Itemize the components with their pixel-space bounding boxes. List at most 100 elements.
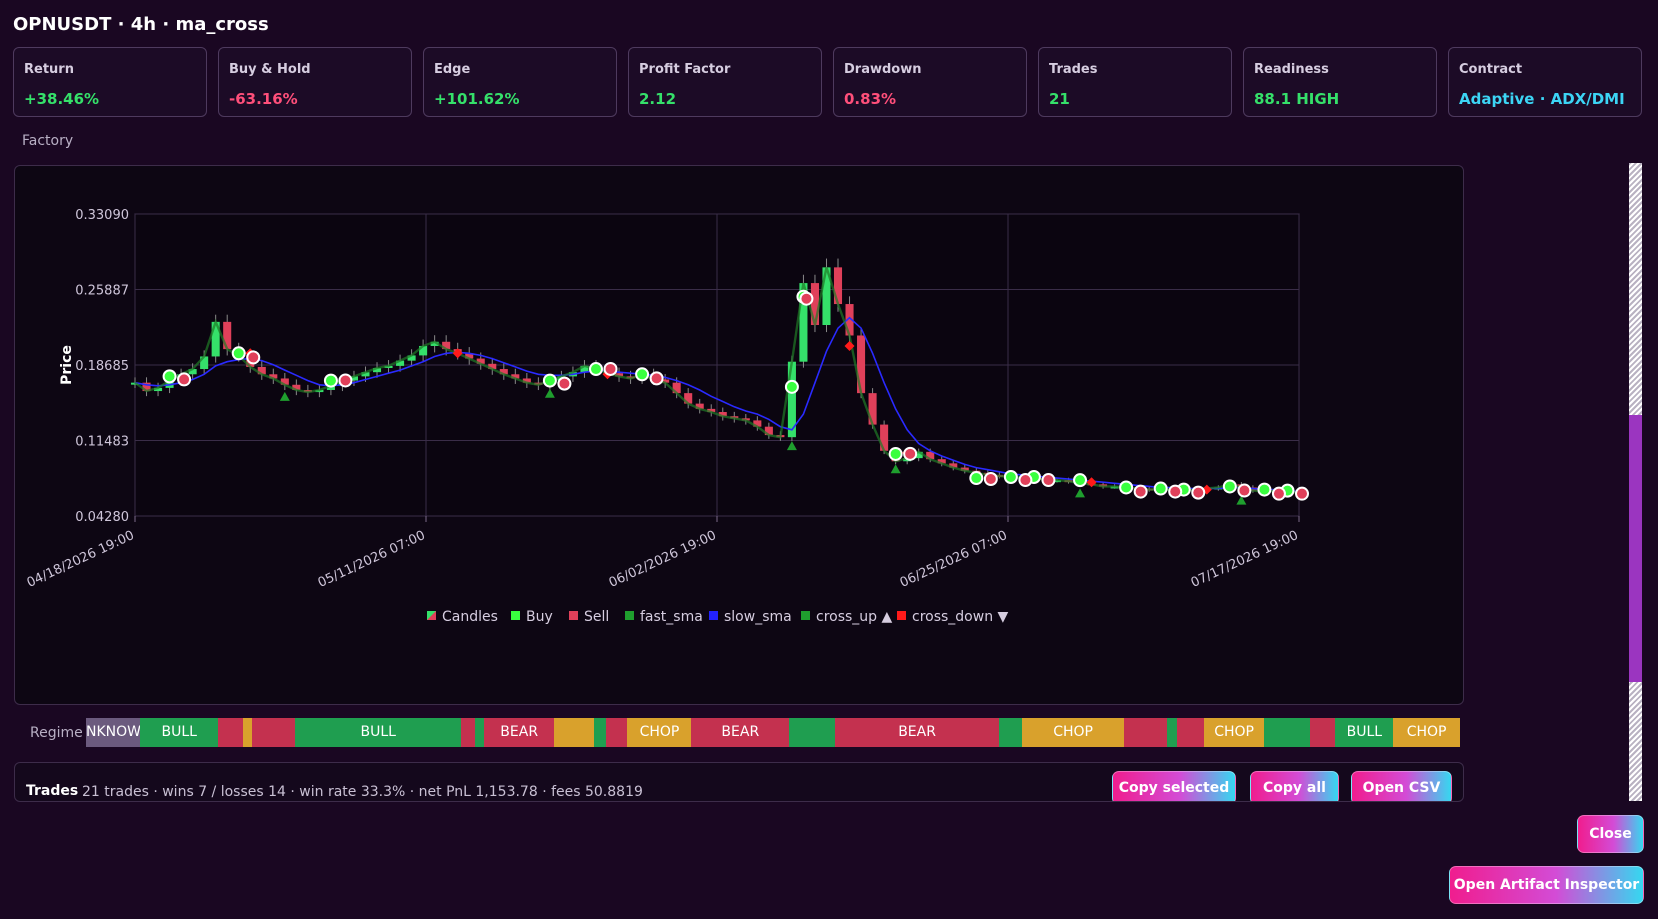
metric-card-readiness: Readiness 88.1 HIGH bbox=[1243, 47, 1437, 117]
sell-marker bbox=[799, 291, 814, 306]
close-button[interactable]: Close bbox=[1577, 815, 1644, 853]
price-chart: 0.33090 0.25887 0.18685 0.11483 0.04280 04/18… bbox=[25, 208, 1309, 625]
metric-label: Readiness bbox=[1254, 62, 1329, 77]
metric-card-drawdown: Drawdown 0.83% bbox=[833, 47, 1027, 117]
regime-bar: NKNOW BULL BULL BEAR CHOP BEAR BEAR CHOP CHOP BUL… bbox=[86, 718, 1461, 747]
regime-segment: NKNOW bbox=[86, 718, 141, 747]
metric-label: Buy & Hold bbox=[229, 62, 311, 77]
regime-segment: CHOP bbox=[1392, 718, 1461, 747]
buy-marker bbox=[1003, 470, 1018, 485]
trades-title: Trades bbox=[26, 783, 79, 799]
metric-value: 21 bbox=[1049, 90, 1070, 108]
buy-marker bbox=[969, 471, 984, 486]
buy-marker bbox=[888, 446, 903, 461]
metric-value: +101.62% bbox=[434, 90, 520, 108]
regime-segment: CHOP bbox=[1022, 718, 1125, 747]
regime-segment bbox=[594, 718, 607, 747]
metric-card-profit-factor: Profit Factor 2.12 bbox=[628, 47, 822, 117]
x-tick-label: 05/11/2026 07:00 bbox=[316, 528, 428, 591]
chart-panel: 0.33090 0.25887 0.18685 0.11483 0.04280 04/18… bbox=[14, 165, 1464, 705]
buy-marker bbox=[588, 362, 603, 377]
sell-marker bbox=[1295, 486, 1309, 501]
legend-label: Candles bbox=[442, 609, 498, 625]
regime-segment bbox=[1309, 718, 1336, 747]
metric-card-edge: Edge +101.62% bbox=[423, 47, 617, 117]
x-tick-label: 04/18/2026 19:00 bbox=[25, 528, 137, 591]
x-tick-label: 06/25/2026 07:00 bbox=[898, 528, 1010, 591]
regime-segment: BULL bbox=[1335, 718, 1394, 747]
regime-segment bbox=[460, 718, 476, 747]
trades-panel: Trades 21 trades · wins 7 / losses 14 · … bbox=[14, 762, 1464, 802]
metric-label: Profit Factor bbox=[639, 62, 731, 77]
sell-marker bbox=[1191, 485, 1206, 500]
buy-marker bbox=[1257, 482, 1272, 497]
x-tick-label: 06/02/2026 19:00 bbox=[607, 528, 719, 591]
y-tick-label: 0.33090 bbox=[75, 208, 129, 223]
trades-summary: 21 trades · wins 7 / losses 14 · win rat… bbox=[82, 784, 643, 800]
sell-marker bbox=[983, 472, 998, 487]
sell-marker bbox=[903, 446, 918, 461]
copy-selected-button[interactable]: Copy selected bbox=[1112, 771, 1236, 801]
regime-segment bbox=[1263, 718, 1311, 747]
buy-marker bbox=[323, 373, 338, 388]
sell-marker bbox=[338, 373, 353, 388]
regime-segment bbox=[1166, 718, 1178, 747]
regime-segment: CHOP bbox=[627, 718, 692, 747]
metric-card-buy-hold: Buy & Hold -63.16% bbox=[218, 47, 412, 117]
buy-marker bbox=[784, 379, 799, 394]
legend-swatch bbox=[897, 611, 906, 620]
sell-marker bbox=[1237, 483, 1252, 498]
chart-legend: Candles Buy Sell fast_sma slow_sma cross_up ▲… bbox=[427, 609, 1009, 625]
sell-marker bbox=[246, 350, 261, 365]
regime-segment: BEAR bbox=[834, 718, 1000, 747]
sell-marker bbox=[1271, 486, 1286, 501]
legend-swatch bbox=[511, 611, 520, 620]
legend-label: Sell bbox=[584, 609, 609, 625]
buy-marker bbox=[162, 369, 177, 384]
sell-marker bbox=[603, 361, 618, 376]
buy-marker bbox=[1153, 481, 1168, 496]
sell-marker bbox=[1041, 473, 1056, 488]
y-tick-label: 0.18685 bbox=[75, 359, 129, 374]
sell-marker bbox=[649, 371, 664, 386]
legend-label: slow_sma bbox=[724, 609, 792, 625]
regime-segment bbox=[252, 718, 296, 747]
regime-segment: BEAR bbox=[483, 718, 555, 747]
x-tick-label: 07/17/2026 19:00 bbox=[1189, 528, 1301, 591]
open-csv-button[interactable]: Open CSV bbox=[1351, 771, 1452, 801]
metric-value: 2.12 bbox=[639, 90, 677, 108]
legend-label: Buy bbox=[526, 609, 553, 625]
buy-marker bbox=[635, 367, 650, 382]
metrics-cards: Return +38.46% Buy & Hold -63.16% Edge +… bbox=[13, 47, 1645, 119]
page-title: OPNUSDT · 4h · ma_cross bbox=[13, 14, 269, 35]
metric-card-return: Return +38.46% bbox=[13, 47, 207, 117]
legend-swatch bbox=[801, 611, 810, 620]
copy-all-button[interactable]: Copy all bbox=[1250, 771, 1339, 801]
y-tick-label: 0.11483 bbox=[75, 435, 129, 450]
legend-label: cross_up ▲ bbox=[816, 609, 893, 625]
metric-label: Drawdown bbox=[844, 62, 922, 77]
sell-marker bbox=[1133, 484, 1148, 499]
buy-marker bbox=[1222, 479, 1237, 494]
buy-marker bbox=[542, 373, 557, 388]
regime-segment bbox=[554, 718, 595, 747]
metric-value: 0.83% bbox=[844, 90, 897, 108]
regime-segment: BULL bbox=[140, 718, 219, 747]
legend-swatch bbox=[569, 611, 578, 620]
metric-label: Contract bbox=[1459, 62, 1523, 77]
regime-segment bbox=[217, 718, 244, 747]
open-artifact-inspector-button[interactable]: Open Artifact Inspector bbox=[1449, 866, 1644, 904]
regime-segment: CHOP bbox=[1203, 718, 1265, 747]
metric-value: Adaptive · ADX/DMI bbox=[1459, 90, 1625, 108]
metric-card-contract: Contract Adaptive · ADX/DMI bbox=[1448, 47, 1642, 117]
regime-segment: BULL bbox=[294, 718, 462, 747]
regime-segment bbox=[605, 718, 628, 747]
metric-label: Trades bbox=[1049, 62, 1098, 77]
regime-segment bbox=[1123, 718, 1168, 747]
metric-value: +38.46% bbox=[24, 90, 100, 108]
regime-segment bbox=[788, 718, 836, 747]
y-tick-label: 0.04280 bbox=[75, 510, 129, 525]
regime-segment: BEAR bbox=[691, 718, 790, 747]
buy-marker bbox=[231, 346, 246, 361]
scrollbar-thumb[interactable] bbox=[1629, 415, 1642, 682]
